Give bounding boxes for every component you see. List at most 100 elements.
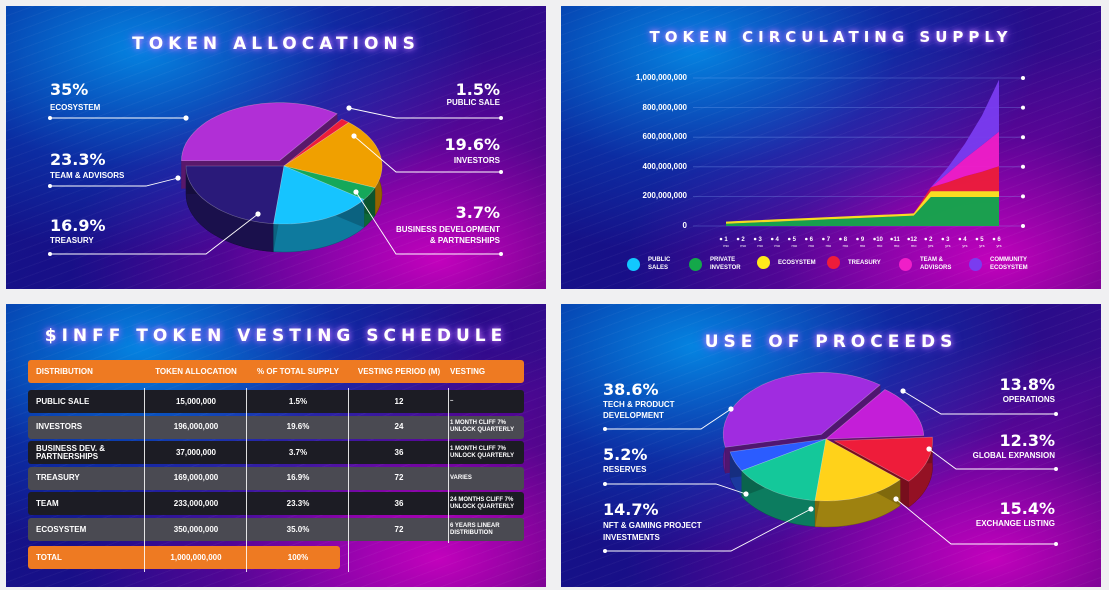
table-cell: 16.9% xyxy=(286,473,310,483)
x-tick-label: 3 mo xyxy=(754,237,766,248)
leader-global-end xyxy=(1054,467,1058,471)
table-cell: TREASURY xyxy=(36,473,80,483)
legend-label-line1: ECOSYSTEM xyxy=(778,259,816,266)
y-tick-label: 200,000,000 xyxy=(642,191,688,201)
table-cell: 24 xyxy=(394,422,404,432)
legend-item-ecosystem: ECOSYSTEM xyxy=(757,256,816,269)
legend-swatch xyxy=(689,257,702,271)
leader-exchange-dot xyxy=(893,496,899,502)
panel-title: $INFF TOKEN VESTING SCHEDULE xyxy=(44,326,508,346)
gridline-end-dot xyxy=(1021,224,1025,228)
leader-nft-dot xyxy=(808,506,814,512)
table-cell: % OF TOTAL SUPPLY xyxy=(257,366,339,376)
legend-item-public-sales: PUBLIC SALES xyxy=(627,256,670,272)
table-cell: 72 xyxy=(394,524,404,534)
public-sale-percent: 1.5% xyxy=(455,80,500,99)
table-cell: 350,000,000 xyxy=(173,524,219,534)
x-tick-label: 12 mo xyxy=(908,237,920,248)
reserves-label: RESERVES xyxy=(603,465,647,474)
column-divider xyxy=(348,388,349,572)
x-tick-label: 1 mo xyxy=(720,237,732,248)
leader-reserves-dot xyxy=(743,491,749,497)
table-cell: 23.3% xyxy=(286,498,310,508)
legend-item-treasury: TREASURY xyxy=(827,256,881,269)
nft-label-line1: NFT & GAMING PROJECT xyxy=(603,521,702,530)
table-cell: 1 MONTH CLIFF 7% UNLOCK QUARTERLY xyxy=(450,420,515,434)
table-cell: 36 xyxy=(394,498,404,508)
legend-label-line1: TEAM & xyxy=(920,257,943,263)
legend-label-line2: ADVISORS xyxy=(920,265,952,271)
gridline-end-dot xyxy=(1021,164,1025,169)
legend-label: ECOSYSTEM xyxy=(778,259,816,267)
table-row: TEAM 233,000,000 23.3% 36 24 MONTHS CLIFF 7%… xyxy=(28,492,524,516)
x-tick-label: 10 mo xyxy=(874,237,886,248)
legend-swatch xyxy=(757,256,770,269)
table-cell: BUSINESS DEV. & PARTNERSHIPS xyxy=(36,443,106,461)
leader-public-sale-end xyxy=(499,116,503,120)
y-tick-label: 1,000,000,000 xyxy=(635,73,687,82)
tech-label-line1: TECH & PRODUCT xyxy=(603,400,675,409)
gridline-end-dot xyxy=(1021,135,1025,140)
legend-label-line2: ECOSYSTEM xyxy=(990,265,1028,271)
team-percent: 23.3% xyxy=(50,150,106,169)
leader-business-dot xyxy=(353,189,359,195)
table-cell: 35.0% xyxy=(286,524,310,534)
table-cell: 1.5% xyxy=(288,396,308,406)
operations-label: OPERATIONS xyxy=(1002,395,1055,404)
tech-percent: 38.6% xyxy=(603,380,659,399)
leader-operations-dot xyxy=(900,388,906,394)
table-cell: TEAM xyxy=(36,498,59,508)
x-tick-label: 9 mo xyxy=(857,237,869,248)
global-expansion-label: GLOBAL EXPANSION xyxy=(972,451,1055,460)
table-cell: TOTAL xyxy=(36,552,62,562)
y-tick-label: 0 xyxy=(682,221,687,230)
table-cell: DISTRIBUTION xyxy=(36,366,93,376)
x-tick-unit: mo xyxy=(740,243,746,248)
table-cell: VESTING PERIOD (M) xyxy=(357,366,441,376)
legend-label: TEAM & ADVISORS xyxy=(920,256,951,272)
leader-team-end xyxy=(48,184,52,188)
leader-public-sale-dot xyxy=(346,105,352,111)
x-tick-label: 3 yrs xyxy=(942,237,954,248)
column-divider xyxy=(144,388,145,572)
legend-item-private-investor: PRIVATE INVESTOR xyxy=(689,256,741,272)
table-cell: VESTING xyxy=(450,366,486,376)
table-cell: 15,000,000 xyxy=(175,396,217,406)
leader-investors-dot xyxy=(351,133,357,139)
legend-label-line1: PRIVATE xyxy=(710,257,736,263)
legend-swatch xyxy=(969,257,982,271)
table-cell: 196,000,000 xyxy=(173,422,219,432)
legend-item-community-ecosystem: COMMUNITY ECOSYSTEM xyxy=(969,256,1028,272)
leader-team-dot xyxy=(175,175,181,181)
legend-label-line1: TREASURY xyxy=(848,259,881,266)
leader-reserves-end xyxy=(603,482,607,486)
x-tick-unit: yrs xyxy=(945,243,951,248)
x-tick-unit: mo xyxy=(859,243,866,248)
operations-percent: 13.8% xyxy=(999,375,1055,394)
leader-reserves xyxy=(605,483,747,495)
treasury-percent: 16.9% xyxy=(50,216,106,235)
nft-label-line2: INVESTMENTS xyxy=(603,533,660,542)
leader-global-dot xyxy=(926,446,932,452)
legend-label-line2: INVESTOR xyxy=(710,265,741,271)
token-allocations-panel: TOKEN ALLOCATIONS 35% ECOSYSTEM 23.3% TE… xyxy=(6,6,546,289)
x-tick-unit: mo xyxy=(774,243,780,248)
table-row: ECOSYSTEM 350,000,000 35.0% 72 6 YEARS LINEA… xyxy=(28,518,524,541)
leader-ecosystem-dot xyxy=(183,115,189,121)
x-tick-unit: mo xyxy=(723,243,729,248)
table-cell: 72 xyxy=(394,473,404,483)
legend-label: COMMUNITY ECOSYSTEM xyxy=(990,256,1028,272)
x-tick-label: 4 yrs xyxy=(959,237,971,248)
x-tick-unit: mo xyxy=(842,243,849,248)
x-tick-label: 6 yrs xyxy=(993,237,1005,248)
panel-title: TOKEN CIRCULATING SUPPLY xyxy=(649,28,1013,46)
table-cell: 36 xyxy=(394,447,404,457)
gridline-end-dot xyxy=(1021,105,1025,110)
leader-nft-end xyxy=(603,549,607,553)
table-cell: 19.6% xyxy=(286,422,310,432)
x-tick-label: 2 yrs xyxy=(925,237,937,248)
table-row: INVESTORS 196,000,000 19.6% 24 1 MONTH CLIFF… xyxy=(28,415,524,439)
public-sale-label: PUBLIC SALE xyxy=(446,98,500,107)
gridline-end-dot xyxy=(1021,194,1025,199)
table-cell: INVESTORS xyxy=(36,422,83,432)
